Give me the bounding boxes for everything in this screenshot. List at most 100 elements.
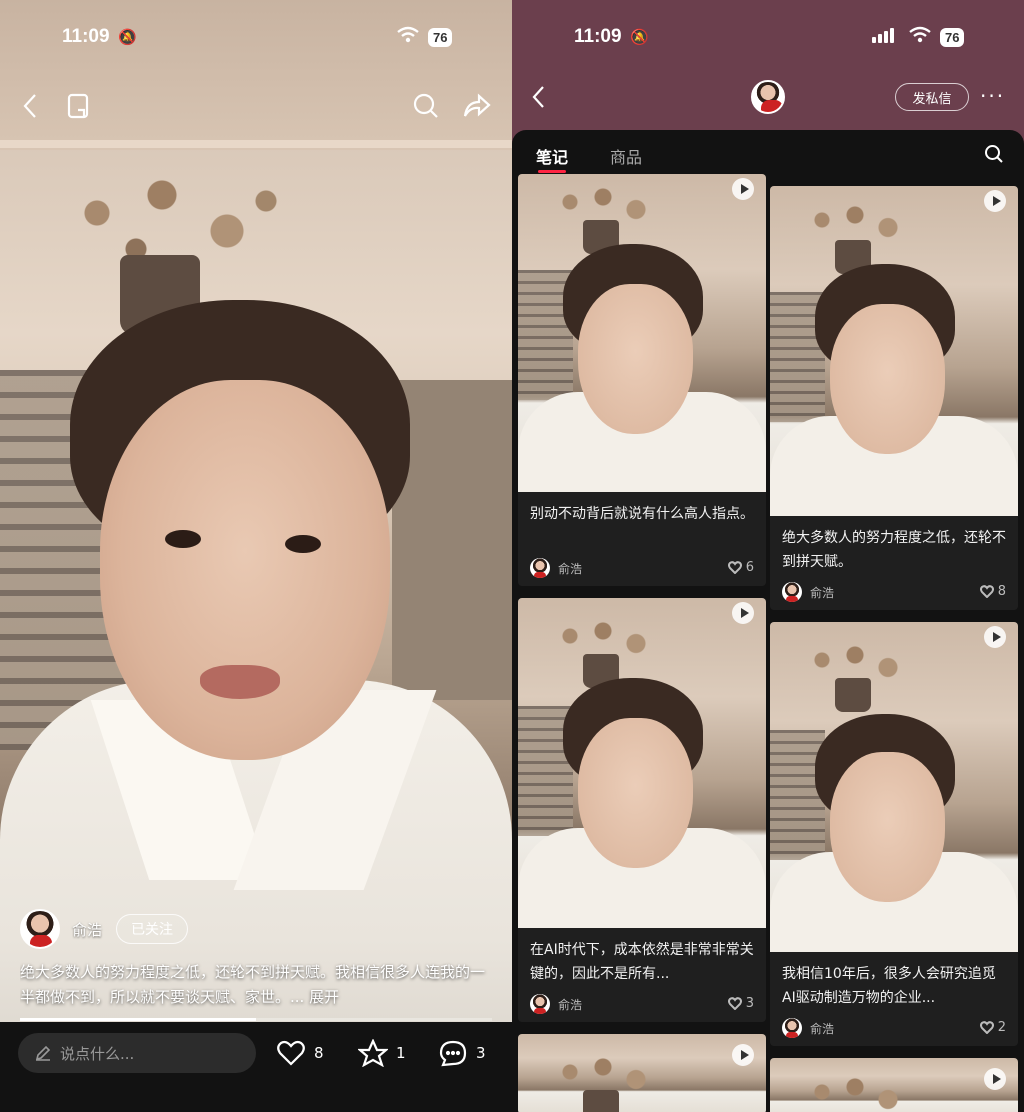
note-meta: 俞浩 8 [770,574,1018,610]
wifi-icon [909,26,931,49]
heart-icon [727,561,742,574]
search-icon [413,93,438,118]
active-tab-indicator [538,170,566,173]
note-card[interactable] [770,1058,1018,1112]
copy-note-button[interactable] [66,92,92,120]
play-icon [984,190,1006,212]
heart-icon [979,1021,994,1034]
note-card[interactable]: 我相信10年后，很多人会研究追觅AI驱动制造万物的企业... 俞浩 2 [770,622,1018,1046]
bottom-action-bar: 说点什么... 8 1 3 [0,1022,512,1112]
heart-icon [277,1040,305,1066]
note-thumbnail [518,1034,766,1112]
note-author-avatar [782,1018,802,1038]
share-icon [463,93,491,117]
note-meta: 俞浩 2 [770,1010,1018,1046]
back-arrow-icon [23,94,36,118]
note-title: 我相信10年后，很多人会研究追觅AI驱动制造万物的企业... [782,966,996,1006]
thumb-face [830,752,945,902]
back-button[interactable] [20,92,40,120]
mute-bell-icon: 🔕 [118,28,137,46]
search-icon [985,145,1003,163]
tab-notes[interactable]: 笔记 [536,144,568,168]
share-button[interactable] [462,92,492,120]
note-meta: 俞浩 6 [518,550,766,586]
back-button-right[interactable] [530,84,548,110]
note-like-button[interactable]: 8 [979,584,1006,599]
cellular-signal-icon [872,28,894,43]
note-card[interactable]: 绝大多数人的努力程度之低，还轮不到拼天赋。 俞浩 8 [770,186,1018,610]
note-card[interactable]: 别动不动背后就说有什么高人指点。 俞浩 6 [518,174,766,586]
follow-button[interactable]: 已关注 [116,914,189,944]
play-icon [732,1044,754,1066]
note-author-avatar [530,994,550,1014]
note-author: 俞浩 [558,997,583,1012]
note-author-avatar [530,558,550,578]
video-person-eye-right [285,535,321,553]
heart-icon [979,585,994,598]
note-title: 绝大多数人的努力程度之低，还轮不到拼天赋。 [782,530,1006,570]
thumb-vase [583,1090,619,1112]
profile-avatar[interactable] [751,80,785,114]
comment-input[interactable]: 说点什么... [18,1033,256,1073]
thumb-shelf [770,730,825,860]
wifi-icon [397,26,419,49]
note-like-count: 3 [745,996,754,1011]
comment-button[interactable]: 3 [438,1037,486,1069]
thumb-face [830,304,945,454]
note-thumbnail [770,186,1018,516]
video-background-strip [0,140,512,148]
note-like-button[interactable]: 2 [979,1020,1006,1035]
search-button[interactable] [412,92,440,120]
comment-placeholder: 说点什么... [60,1044,135,1063]
author-avatar[interactable] [20,909,60,949]
status-bar: 11:09 🔕 76 [0,22,512,54]
note-author: 俞浩 [810,1021,835,1036]
battery-indicator-right: 76 [940,28,965,47]
play-icon [732,602,754,624]
video-progress-bar[interactable] [20,1018,492,1021]
note-like-button[interactable]: 6 [727,560,754,575]
tab-products[interactable]: 商品 [610,144,642,168]
video-player-screen: 11:09 🔕 76 俞浩 已关注 绝大多数人的努力程度之低，还轮不到拼天赋。我… [0,0,512,1112]
author-name[interactable]: 俞浩 [72,919,102,940]
thumb-flowers [800,1072,910,1112]
send-message-button[interactable]: 发私信 [895,83,969,111]
author-row: 俞浩 已关注 [20,907,189,951]
video-person-face [100,380,390,760]
note-like-button[interactable]: 3 [727,996,754,1011]
play-icon [984,1068,1006,1090]
video-person-eye-left [165,530,201,548]
video-top-bar [0,86,512,126]
profile-search-button[interactable] [984,144,1004,168]
status-time-right: 11:09 [574,26,622,47]
play-icon [984,626,1006,648]
mute-bell-icon: 🔕 [630,28,649,46]
collect-button[interactable]: 1 [358,1037,406,1069]
profile-top-bar: 发私信 ··· [512,80,1024,116]
note-title: 在AI时代下，成本依然是非常非常关键的，因此不是所有... [530,942,754,982]
back-arrow-icon [532,86,544,108]
note-title: 别动不动背后就说有什么高人指点。 [530,506,754,522]
thumb-face [578,284,693,434]
video-cabinet [392,380,512,700]
note-thumbnail [770,622,1018,952]
status-bar-right: 11:09 🔕 76 [512,22,1024,54]
collect-count: 1 [396,1044,406,1062]
heart-icon [727,997,742,1010]
video-description[interactable]: 绝大多数人的努力程度之低，还轮不到拼天赋。我相信很多人连我的一半都做不到，所以就… [20,960,490,1010]
note-meta: 俞浩 3 [518,986,766,1022]
note-author-avatar [782,582,802,602]
more-options-button[interactable]: ··· [980,84,1005,108]
note-author: 俞浩 [558,561,583,576]
note-card[interactable] [518,1034,766,1112]
like-button[interactable]: 8 [276,1037,324,1069]
note-card[interactable]: 在AI时代下，成本依然是非常非常关键的，因此不是所有... 俞浩 3 [518,598,766,1022]
battery-indicator: 76 [428,28,453,47]
comment-bubble-icon [439,1040,467,1067]
note-like-count: 2 [997,1020,1006,1035]
note-author: 俞浩 [810,585,835,600]
note-like-count: 6 [745,560,754,575]
like-count: 8 [314,1044,324,1062]
note-thumbnail [518,598,766,928]
star-icon [358,1039,388,1067]
